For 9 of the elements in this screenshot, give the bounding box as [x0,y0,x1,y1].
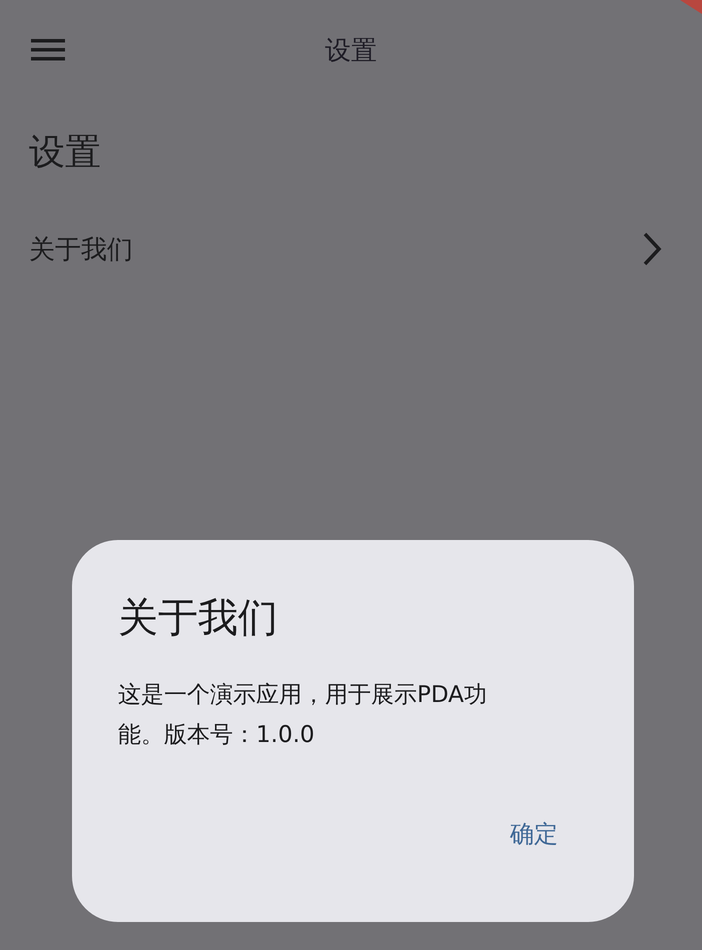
dialog-title: 关于我们 [118,594,279,643]
settings-item[interactable]: 关于我们 [0,219,702,279]
dialog-message: 这是一个演示应用，用于展示PDA功能。版本号：1.0.0 [118,681,488,750]
page-heading: 设置 [28,131,102,175]
confirm-button[interactable]: 确定 [500,812,568,856]
chevron-right-icon [642,231,662,267]
corner-banner [680,0,702,14]
menu-icon [31,38,65,62]
app-bar-title: 设置 [325,34,377,68]
